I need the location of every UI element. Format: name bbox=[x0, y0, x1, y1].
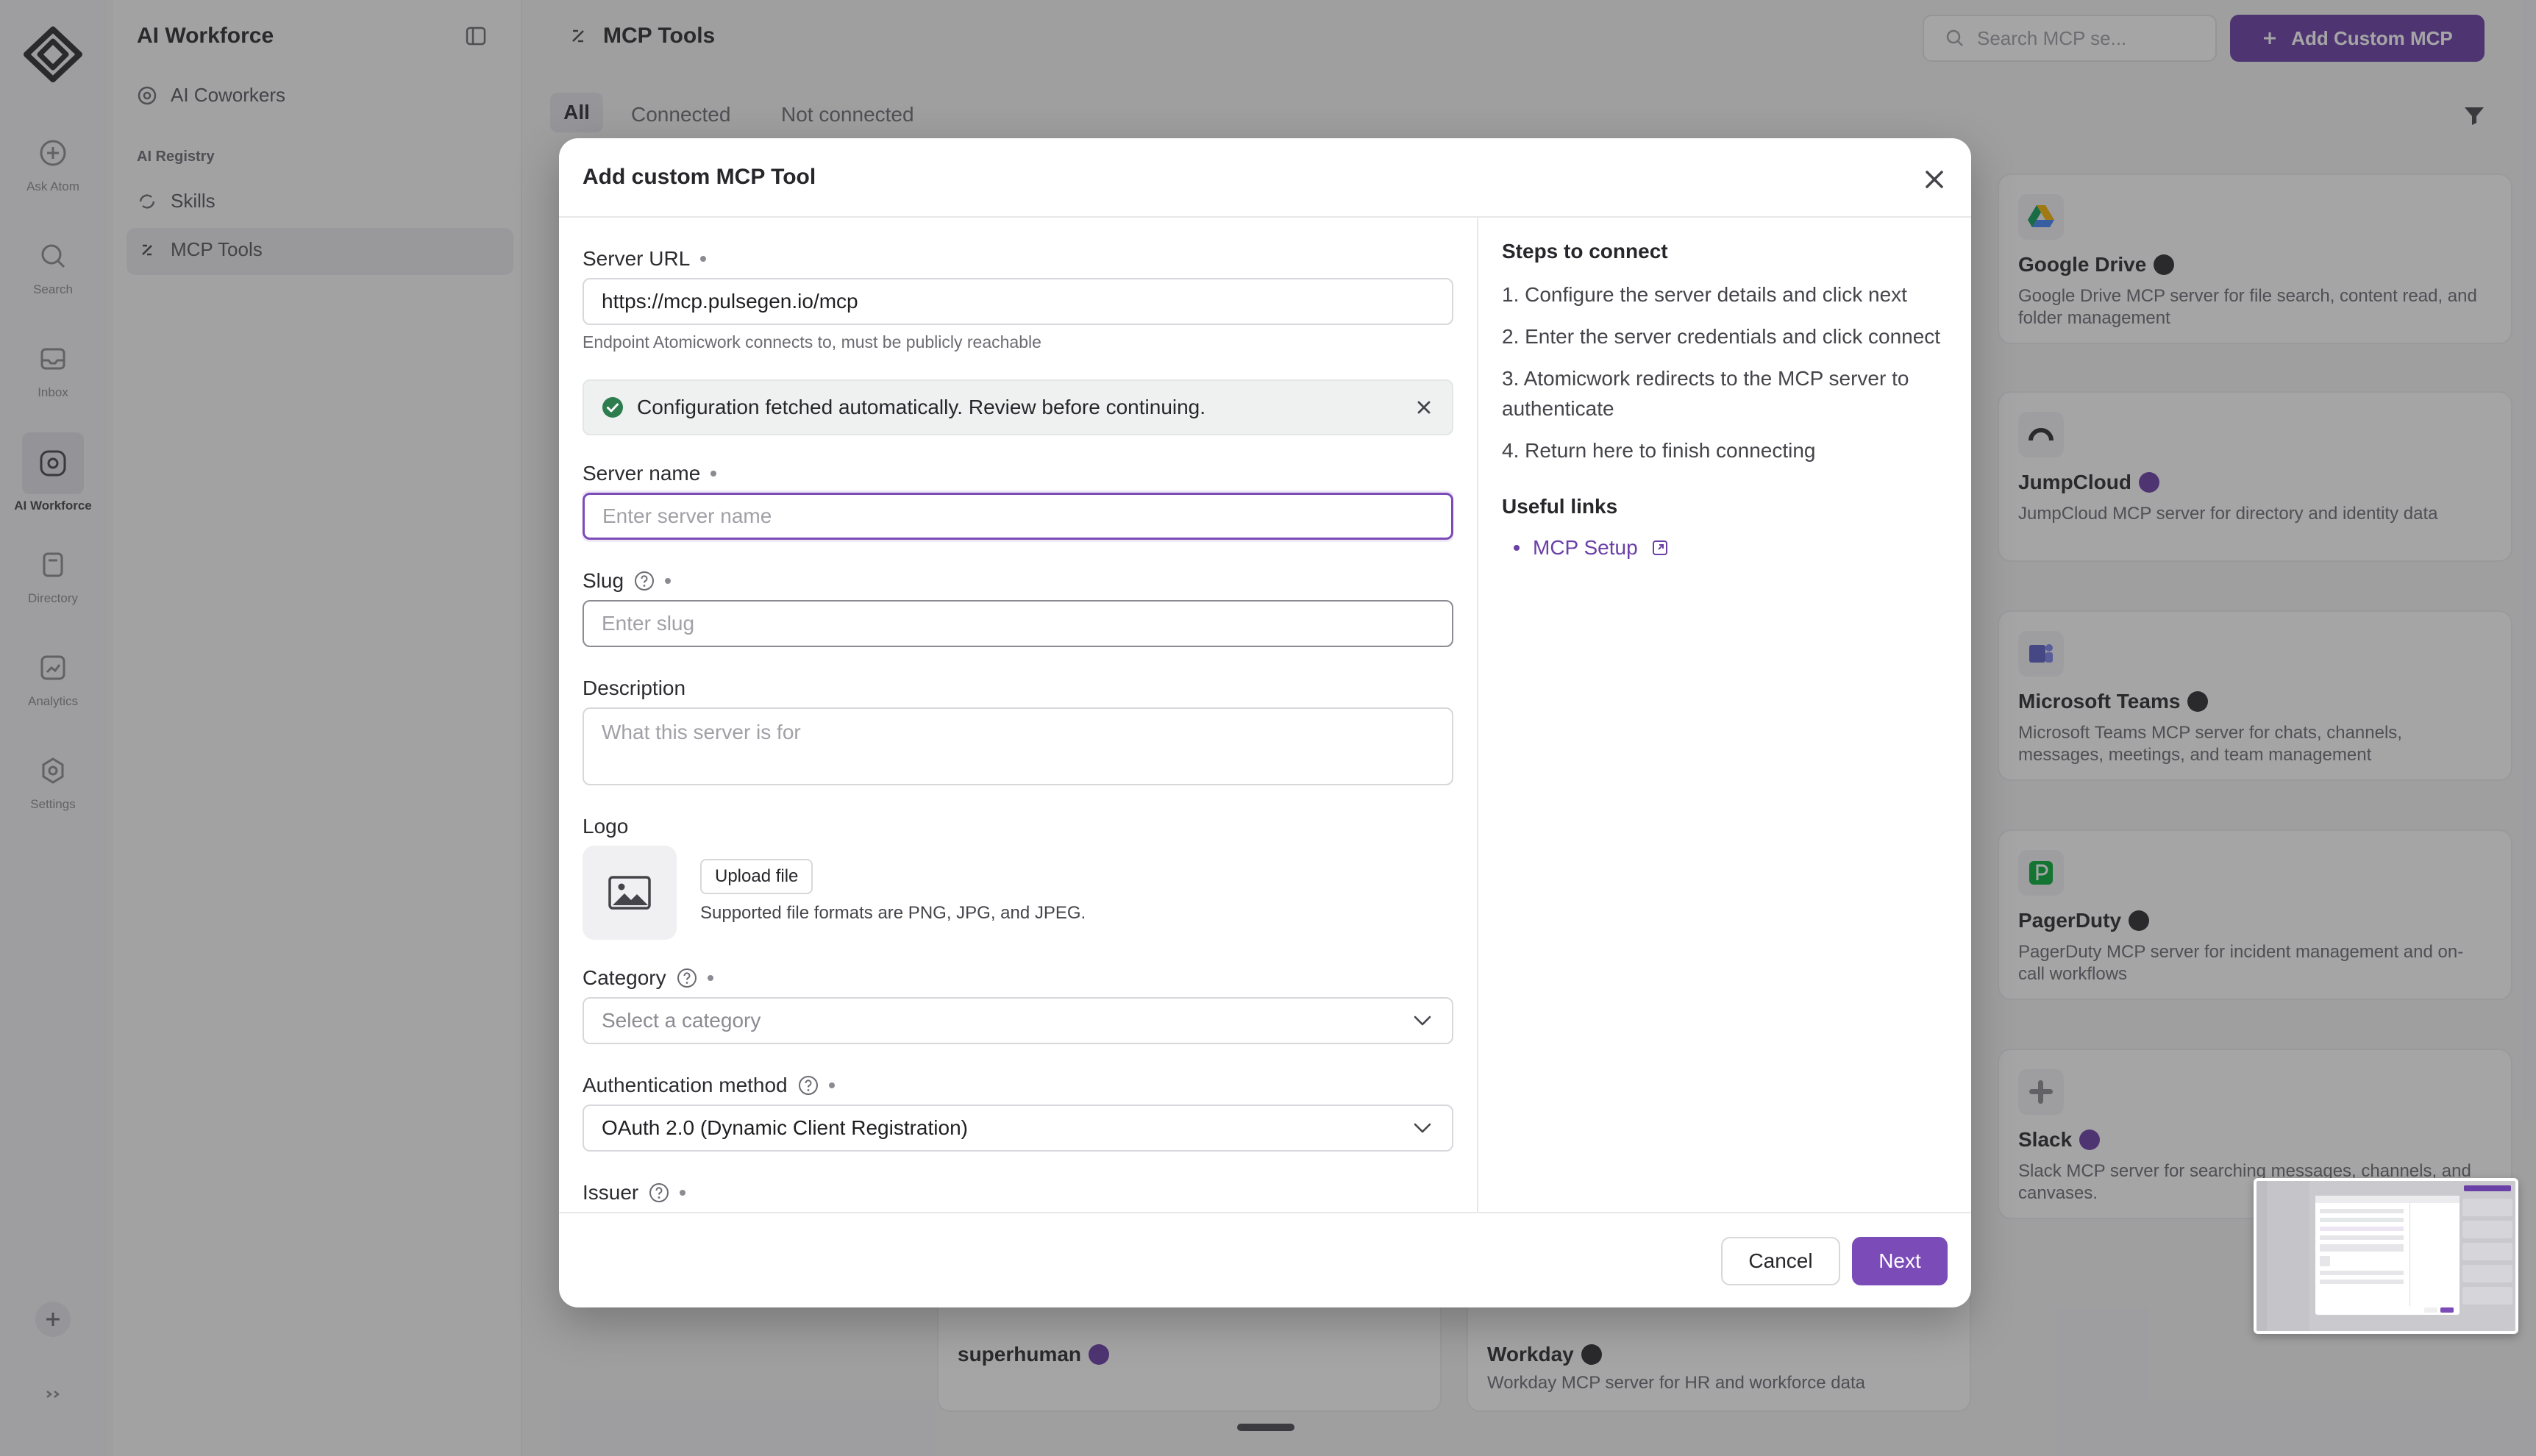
dialog-body: Server URL Endpoint Atomicwork connects … bbox=[559, 218, 1971, 1212]
step-item: 3. Atomicwork redirects to the MCP serve… bbox=[1502, 367, 1909, 420]
useful-links-title: Useful links bbox=[1502, 495, 1618, 518]
image-placeholder-icon bbox=[608, 876, 651, 910]
next-button[interactable]: Next bbox=[1852, 1237, 1948, 1285]
steps-title: Steps to connect bbox=[1502, 240, 1668, 263]
scroll-handle[interactable] bbox=[1237, 1424, 1294, 1431]
config-fetched-notice: Configuration fetched automatically. Rev… bbox=[583, 379, 1453, 435]
help-icon[interactable] bbox=[649, 1182, 669, 1203]
cancel-button[interactable]: Cancel bbox=[1721, 1237, 1840, 1285]
required-indicator bbox=[665, 578, 672, 584]
form-column: Server URL Endpoint Atomicwork connects … bbox=[583, 218, 1453, 1212]
server-name-label: Server name bbox=[583, 462, 717, 485]
description-textarea[interactable] bbox=[583, 707, 1453, 785]
required-indicator bbox=[680, 1190, 686, 1196]
dialog-title: Add custom MCP Tool bbox=[583, 165, 816, 189]
help-icon[interactable] bbox=[798, 1075, 819, 1096]
slug-input[interactable] bbox=[583, 600, 1453, 647]
step-item: 2. Enter the server credentials and clic… bbox=[1502, 325, 1941, 348]
mcp-setup-link-text: MCP Setup bbox=[1533, 536, 1638, 559]
chevron-down-icon bbox=[1414, 1016, 1431, 1026]
external-link-icon bbox=[1652, 540, 1667, 555]
close-icon[interactable] bbox=[1920, 165, 1949, 194]
category-label: Category bbox=[583, 966, 713, 990]
logo-label: Logo bbox=[583, 815, 629, 838]
notice-text: Configuration fetched automatically. Rev… bbox=[637, 396, 1206, 418]
server-url-hint: Endpoint Atomicwork connects to, must be… bbox=[583, 332, 1041, 351]
steps-panel: Steps to connect 1. Configure the server… bbox=[1502, 240, 1951, 560]
step-item: 4. Return here to finish connecting bbox=[1502, 439, 1816, 462]
logo-format-hint: Supported file formats are PNG, JPG, and… bbox=[700, 903, 1086, 923]
help-icon[interactable] bbox=[677, 968, 697, 988]
server-url-input[interactable] bbox=[583, 278, 1453, 325]
description-label: Description bbox=[583, 677, 686, 699]
dialog-footer: Cancel Next bbox=[559, 1212, 1971, 1307]
chevron-down-icon bbox=[1414, 1123, 1431, 1133]
issuer-label: Issuer bbox=[583, 1181, 686, 1205]
category-select-value: Select a category bbox=[602, 1009, 761, 1032]
mcp-setup-link[interactable]: MCP Setup bbox=[1502, 536, 1951, 560]
dialog-header: Add custom MCP Tool bbox=[559, 138, 1971, 218]
required-indicator bbox=[828, 1082, 835, 1088]
step-item: 1. Configure the server details and clic… bbox=[1502, 283, 1907, 306]
auth-method-label: Authentication method bbox=[583, 1074, 835, 1097]
required-indicator bbox=[707, 975, 713, 981]
logo-preview bbox=[583, 846, 677, 940]
required-indicator bbox=[710, 471, 717, 477]
bullet bbox=[1514, 545, 1520, 551]
auth-method-select[interactable]: OAuth 2.0 (Dynamic Client Registration) bbox=[583, 1105, 1453, 1152]
add-custom-mcp-dialog: Add custom MCP Tool Server URL Endpoint … bbox=[559, 138, 1971, 1307]
category-select[interactable]: Select a category bbox=[583, 997, 1453, 1044]
server-name-input[interactable] bbox=[583, 493, 1453, 540]
upload-file-button[interactable]: Upload file bbox=[700, 859, 813, 894]
slug-label: Slug bbox=[583, 569, 672, 593]
column-divider bbox=[1477, 218, 1478, 1212]
minimap-preview-icon bbox=[2257, 1181, 2515, 1331]
dismiss-notice-icon[interactable] bbox=[1414, 397, 1434, 418]
help-icon[interactable] bbox=[634, 571, 655, 591]
required-indicator bbox=[700, 256, 707, 262]
screen-minimap[interactable] bbox=[2254, 1178, 2518, 1334]
check-circle-icon bbox=[602, 397, 623, 418]
server-url-label: Server URL bbox=[583, 247, 707, 271]
auth-method-value: OAuth 2.0 (Dynamic Client Registration) bbox=[602, 1116, 968, 1139]
